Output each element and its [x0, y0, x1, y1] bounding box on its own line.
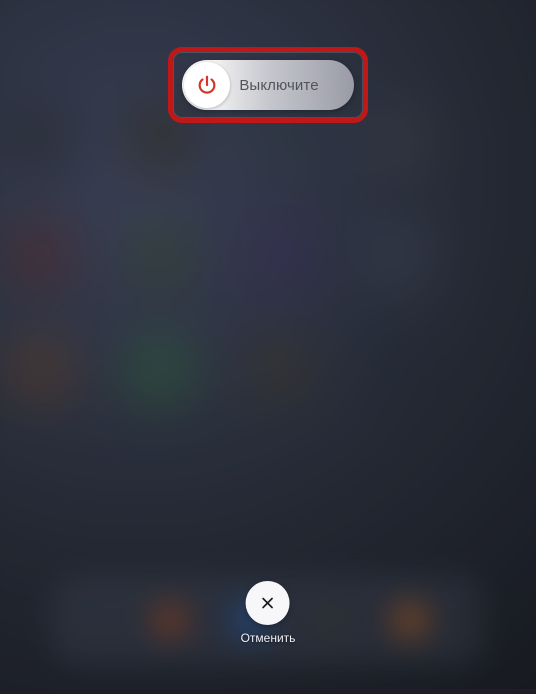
cancel-button[interactable] [246, 581, 290, 625]
power-off-slider[interactable]: Выключите [182, 60, 354, 110]
power-slider-wrap: Выключите [182, 60, 354, 110]
power-icon [196, 74, 218, 96]
power-slider-knob[interactable] [184, 62, 230, 108]
cancel-label: Отменить [241, 631, 296, 645]
close-icon [259, 594, 277, 612]
cancel-wrap: Отменить [241, 581, 296, 645]
power-off-screen: Выключите Отменить [0, 0, 536, 694]
